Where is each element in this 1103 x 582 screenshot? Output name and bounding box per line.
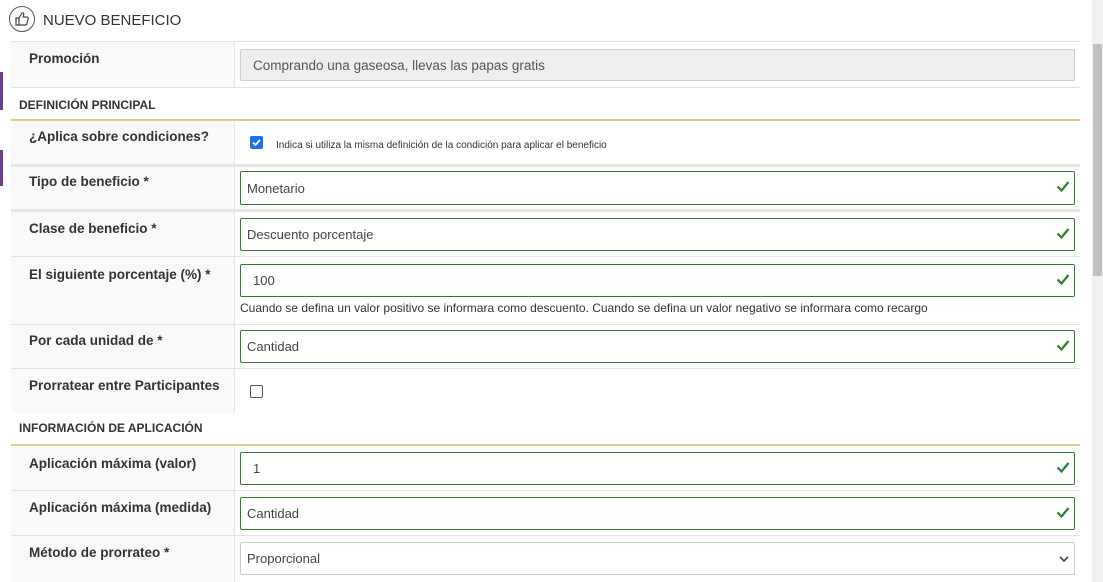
aplicacion-max-medida-value: Cantidad xyxy=(247,506,300,521)
section-informacion-aplicacion: INFORMACIÓN DE APLICACIÓN xyxy=(11,414,1080,446)
promocion-value: Comprando una gaseosa, llevas las papas … xyxy=(253,58,545,73)
page-header: NUEVO BENEFICIO xyxy=(0,0,1090,40)
row-porcentaje: El siguiente porcentaje (%) * 100 Cuando… xyxy=(11,257,1080,325)
clase-beneficio-label: Clase de beneficio * xyxy=(29,221,157,236)
valid-check-icon xyxy=(1056,181,1070,193)
valid-check-icon xyxy=(1056,274,1070,286)
clase-beneficio-value: Descuento porcentaje xyxy=(247,227,374,242)
left-accent-bar xyxy=(0,72,3,110)
promocion-label: Promoción xyxy=(29,51,100,66)
unidad-label: Por cada unidad de * xyxy=(29,333,163,348)
clase-beneficio-field[interactable]: Descuento porcentaje xyxy=(240,218,1075,251)
row-clase-beneficio: Clase de beneficio * Descuento porcentaj… xyxy=(11,212,1080,257)
porcentaje-value: 100 xyxy=(253,273,275,288)
unidad-value: Cantidad xyxy=(247,339,300,354)
porcentaje-help: Cuando se defina un valor positivo se in… xyxy=(240,301,928,315)
row-aplicacion-max-medida: Aplicación máxima (medida) Cantidad xyxy=(11,491,1080,536)
left-accent-bar xyxy=(0,150,3,186)
aplicacion-max-medida-label: Aplicación máxima (medida) xyxy=(29,500,212,515)
section-title: DEFINICIÓN PRINCIPAL xyxy=(19,98,156,112)
section-title: INFORMACIÓN DE APLICACIÓN xyxy=(19,421,203,435)
valid-check-icon xyxy=(1056,228,1070,240)
tipo-beneficio-label: Tipo de beneficio * xyxy=(29,174,149,189)
row-metodo-prorrateo: Método de prorrateo * Proporcional xyxy=(11,536,1080,582)
valid-check-icon xyxy=(1056,462,1070,474)
valid-check-icon xyxy=(1056,340,1070,352)
aplica-condiciones-label: ¿Aplica sobre condiciones? xyxy=(29,129,210,144)
row-aplicacion-max-valor: Aplicación máxima (valor) 1 xyxy=(11,447,1080,491)
page-title: NUEVO BENEFICIO xyxy=(43,12,182,29)
promocion-field: Comprando una gaseosa, llevas las papas … xyxy=(240,49,1075,81)
prorratear-checkbox[interactable] xyxy=(250,385,263,398)
row-aplica-condiciones: ¿Aplica sobre condiciones? Indica si uti… xyxy=(11,121,1080,164)
aplicacion-max-valor-value: 1 xyxy=(253,461,261,476)
scrollbar[interactable] xyxy=(1092,0,1103,582)
row-promocion: Promoción Comprando una gaseosa, llevas … xyxy=(11,41,1080,88)
tipo-beneficio-value: Monetario xyxy=(247,181,305,196)
porcentaje-label: El siguiente porcentaje (%) * xyxy=(29,267,211,282)
aplicacion-max-valor-input[interactable]: 1 xyxy=(240,452,1075,485)
porcentaje-input[interactable]: 100 xyxy=(240,264,1075,297)
metodo-prorrateo-select[interactable]: Proporcional xyxy=(240,542,1075,575)
metodo-prorrateo-label: Método de prorrateo * xyxy=(29,545,170,560)
unidad-field[interactable]: Cantidad xyxy=(240,330,1075,363)
valid-check-icon xyxy=(1056,507,1070,519)
aplicacion-max-medida-field[interactable]: Cantidad xyxy=(240,497,1075,530)
section-definicion-principal: DEFINICIÓN PRINCIPAL xyxy=(11,89,1080,121)
scrollbar-thumb[interactable] xyxy=(1093,44,1102,276)
row-unidad: Por cada unidad de * Cantidad xyxy=(11,325,1080,369)
prorratear-label: Prorratear entre Participantes xyxy=(29,378,220,393)
tipo-beneficio-field[interactable]: Monetario xyxy=(240,171,1075,205)
aplica-condiciones-help: Indica si utiliza la misma definición de… xyxy=(276,140,607,151)
aplica-condiciones-checkbox[interactable] xyxy=(250,136,263,149)
aplicacion-max-valor-label: Aplicación máxima (valor) xyxy=(29,456,197,471)
row-prorratear: Prorratear entre Participantes xyxy=(11,369,1080,413)
thumbs-up-icon xyxy=(9,6,35,32)
chevron-down-icon xyxy=(1059,556,1069,563)
metodo-prorrateo-value: Proporcional xyxy=(247,551,320,566)
row-tipo-beneficio: Tipo de beneficio * Monetario xyxy=(11,167,1080,209)
